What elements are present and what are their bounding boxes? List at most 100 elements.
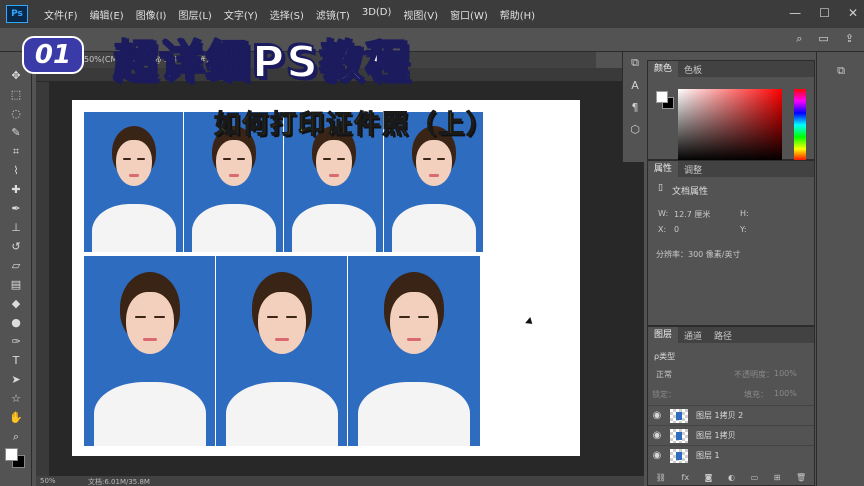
path-select-tool-icon[interactable]: ➤ bbox=[0, 370, 32, 389]
foreground-color-swatch[interactable] bbox=[5, 448, 18, 461]
foreground-color-chip[interactable] bbox=[656, 91, 668, 103]
menu-file[interactable]: 文件(F) bbox=[38, 7, 84, 22]
layer-filter-select[interactable]: ρ类型 bbox=[654, 351, 675, 362]
menu-3d[interactable]: 3D(D) bbox=[356, 7, 398, 22]
height-label: H: bbox=[740, 209, 749, 218]
zoom-level[interactable]: 50% bbox=[40, 477, 56, 485]
menu-items: 文件(F) 编辑(E) 图像(I) 图层(L) 文字(Y) 选择(S) 滤镜(T… bbox=[38, 7, 541, 22]
photoshop-logo: Ps bbox=[6, 5, 28, 23]
adjustment-layer-icon[interactable]: ◐ bbox=[728, 473, 735, 485]
blur-tool-icon[interactable]: ◆ bbox=[0, 294, 32, 313]
paragraph-icon[interactable]: ¶ bbox=[623, 96, 647, 118]
menu-help[interactable]: 帮助(H) bbox=[494, 7, 541, 22]
layer-item[interactable]: ◉ 图层 1 bbox=[648, 445, 814, 465]
status-bar: 50% 文档:6.01M/35.8M bbox=[36, 476, 644, 486]
search-icon[interactable]: ⌕ bbox=[796, 32, 802, 46]
add-mask-icon[interactable]: ◙ bbox=[705, 473, 713, 485]
pen-tool-icon[interactable]: ✑ bbox=[0, 332, 32, 351]
crop-tool-icon[interactable]: ⌗ bbox=[0, 142, 32, 161]
layers-footer: ⛓ fx ◙ ◐ ▭ ⊞ 🗑 bbox=[648, 473, 814, 485]
menu-filter[interactable]: 滤镜(T) bbox=[310, 7, 356, 22]
layer-thumbnail bbox=[670, 428, 688, 443]
tab-properties[interactable]: 属性 bbox=[648, 161, 679, 177]
color-panel: 颜色 色板 bbox=[647, 60, 815, 161]
visibility-eye-icon[interactable]: ◉ bbox=[648, 410, 666, 421]
maximize-button[interactable]: ☐ bbox=[819, 6, 830, 20]
id-photo bbox=[84, 256, 216, 446]
layer-item[interactable]: ◉ 图层 1拷贝 bbox=[648, 425, 814, 445]
width-label: W: bbox=[658, 209, 669, 218]
options-bar-right: ⌕ ▭ ⇪ bbox=[796, 32, 854, 46]
photoshop-window: Ps 文件(F) 编辑(E) 图像(I) 图层(L) 文字(Y) 选择(S) 滤… bbox=[0, 0, 864, 486]
share-icon[interactable]: ⇪ bbox=[845, 32, 854, 46]
tab-layers[interactable]: 图层 bbox=[648, 327, 679, 343]
id-photo bbox=[216, 256, 348, 446]
y-label: Y: bbox=[740, 225, 747, 234]
menu-type[interactable]: 文字(Y) bbox=[218, 7, 264, 22]
clone-stamp-tool-icon[interactable]: ⊥ bbox=[0, 218, 32, 237]
tab-adjustments[interactable]: 调整 bbox=[678, 163, 708, 176]
history-icon[interactable]: ⧉ bbox=[623, 52, 647, 74]
width-value[interactable]: 12.7 厘米 bbox=[674, 209, 710, 220]
marquee-tool-icon[interactable]: ⬚ bbox=[0, 85, 32, 104]
document-icon: ▯ bbox=[658, 183, 663, 193]
zoom-tool-icon[interactable]: ⌕ bbox=[0, 427, 32, 446]
gradient-tool-icon[interactable]: ▤ bbox=[0, 275, 32, 294]
menu-image[interactable]: 图像(I) bbox=[130, 7, 173, 22]
lock-label: 锁定： bbox=[652, 390, 676, 399]
visibility-eye-icon[interactable]: ◉ bbox=[648, 450, 666, 461]
tools-panel: ✥ ⬚ ◌ ✎ ⌗ ⌇ ✚ ✒ ⊥ ↺ ▱ ▤ ◆ ● ✑ T ➤ ☆ ✋ ⌕ bbox=[0, 66, 32, 486]
menu-layer[interactable]: 图层(L) bbox=[172, 7, 217, 22]
blend-mode-select[interactable]: 正常 bbox=[656, 369, 672, 380]
tab-channels[interactable]: 通道 bbox=[678, 329, 708, 342]
minimize-button[interactable]: — bbox=[789, 6, 801, 20]
x-label: X: bbox=[658, 225, 667, 234]
x-value[interactable]: 0 bbox=[674, 225, 679, 234]
close-button[interactable]: ✕ bbox=[848, 6, 858, 20]
color-panel-tabs: 颜色 色板 bbox=[648, 61, 814, 77]
panel-icon-strip: ⧉ A ¶ ⬡ bbox=[622, 52, 646, 162]
visibility-eye-icon[interactable]: ◉ bbox=[648, 430, 666, 441]
hand-tool-icon[interactable]: ✋ bbox=[0, 408, 32, 427]
dodge-tool-icon[interactable]: ● bbox=[0, 313, 32, 332]
shape-tool-icon[interactable]: ☆ bbox=[0, 389, 32, 408]
menu-window[interactable]: 窗口(W) bbox=[444, 7, 494, 22]
workspace-icon[interactable]: ▭ bbox=[818, 32, 828, 46]
menu-edit[interactable]: 编辑(E) bbox=[84, 7, 130, 22]
trash-icon[interactable]: 🗑 bbox=[796, 473, 806, 485]
menu-select[interactable]: 选择(S) bbox=[264, 7, 310, 22]
layer-item[interactable]: ◉ 图层 1拷贝 2 bbox=[648, 405, 814, 425]
tab-paths[interactable]: 路径 bbox=[708, 329, 738, 342]
type-tool-icon[interactable]: T bbox=[0, 351, 32, 370]
print-canvas[interactable] bbox=[72, 100, 580, 456]
fill-value[interactable]: 100% bbox=[774, 389, 797, 398]
quick-select-tool-icon[interactable]: ✎ bbox=[0, 123, 32, 142]
3d-icon[interactable]: ⬡ bbox=[623, 118, 647, 140]
opacity-label: 不透明度： bbox=[734, 370, 774, 379]
fx-icon[interactable]: fx bbox=[682, 473, 690, 485]
layers-panel-tabs: 图层 通道 路径 bbox=[648, 327, 814, 343]
expand-panels-icon[interactable]: ⧉ bbox=[829, 60, 853, 82]
eyedropper-tool-icon[interactable]: ⌇ bbox=[0, 161, 32, 180]
menu-view[interactable]: 视图(V) bbox=[397, 7, 444, 22]
new-layer-icon[interactable]: ⊞ bbox=[774, 473, 781, 485]
id-photo bbox=[84, 112, 184, 252]
history-brush-tool-icon[interactable]: ↺ bbox=[0, 237, 32, 256]
tab-swatches[interactable]: 色板 bbox=[678, 63, 708, 76]
link-layers-icon[interactable]: ⛓ bbox=[656, 473, 666, 485]
color-picker-field[interactable] bbox=[678, 89, 782, 161]
id-photo bbox=[348, 256, 480, 446]
resolution-text: 分辨率：300 像素/英寸 bbox=[656, 250, 741, 259]
lasso-tool-icon[interactable]: ◌ bbox=[0, 104, 32, 123]
properties-panel: 属性 调整 ▯ 文档属性 W: 12.7 厘米 H: X: 0 Y: 分辨率：3… bbox=[647, 160, 815, 326]
brush-tool-icon[interactable]: ✒ bbox=[0, 199, 32, 218]
layer-name: 图层 1拷贝 2 bbox=[696, 411, 744, 420]
character-icon[interactable]: A bbox=[623, 74, 647, 96]
hue-slider[interactable] bbox=[794, 89, 806, 161]
eraser-tool-icon[interactable]: ▱ bbox=[0, 256, 32, 275]
healing-brush-tool-icon[interactable]: ✚ bbox=[0, 180, 32, 199]
opacity-value[interactable]: 100% bbox=[774, 369, 797, 378]
menu-bar: Ps 文件(F) 编辑(E) 图像(I) 图层(L) 文字(Y) 选择(S) 滤… bbox=[0, 0, 864, 28]
tab-color[interactable]: 颜色 bbox=[648, 61, 679, 77]
group-icon[interactable]: ▭ bbox=[751, 473, 759, 485]
